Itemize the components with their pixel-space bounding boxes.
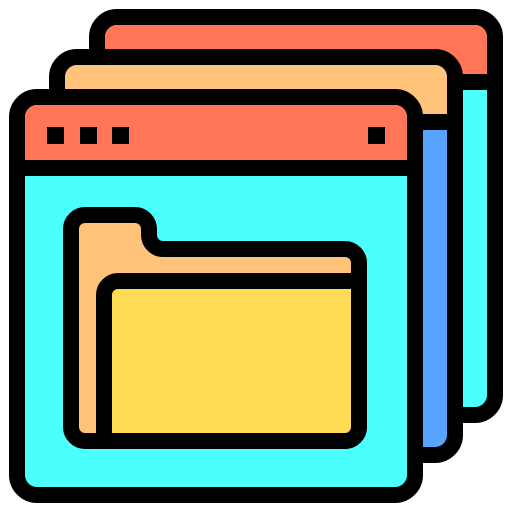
window-dot-icon bbox=[80, 127, 97, 144]
window-dot-icon bbox=[47, 127, 64, 144]
folder-front bbox=[96, 273, 367, 449]
window-dot-icon bbox=[112, 127, 129, 144]
stacked-windows-folder-icon bbox=[9, 9, 503, 503]
icon-canvas bbox=[0, 0, 512, 512]
folder-icon bbox=[63, 207, 367, 449]
window-close-icon bbox=[368, 127, 385, 144]
